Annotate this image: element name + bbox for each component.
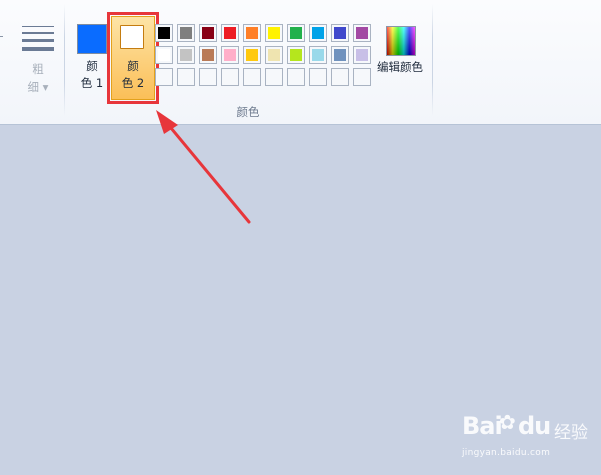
watermark-brand: Bai [462, 412, 503, 440]
annotation-arrow [156, 110, 251, 224]
watermark-jingyan: 经验 [554, 423, 588, 443]
watermark-url: jingyan.baidu.com [462, 448, 551, 458]
watermark-brand-suffix: du [518, 412, 551, 440]
baidu-watermark: Bai ✿ du 经验 jingyan.baidu.com [462, 410, 592, 468]
paw-icon: ✿ [499, 410, 516, 434]
